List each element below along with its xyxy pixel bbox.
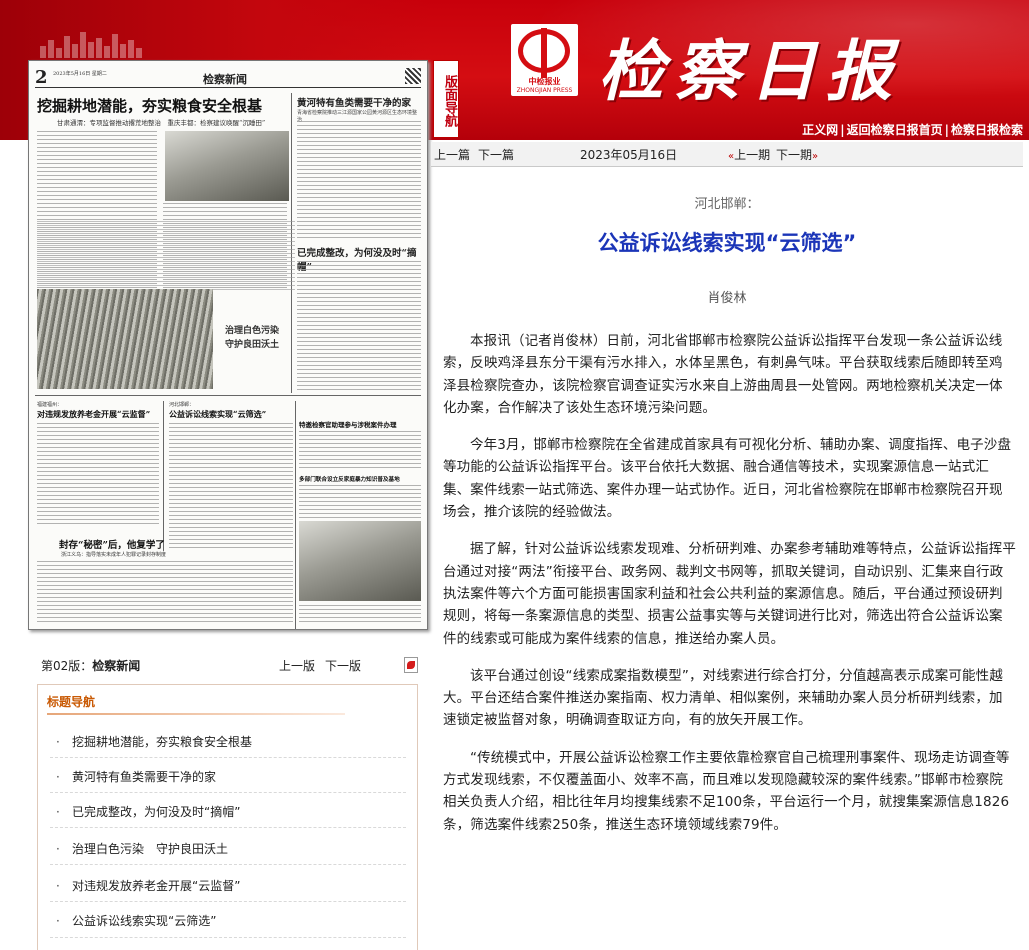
page-label: 第02版：检察新闻 [41, 657, 140, 674]
title-nav-item-label: 黄河特有鱼类需要干净的家 [72, 770, 217, 784]
logo-cn-text: 中检报业 [528, 77, 561, 86]
title-nav-item-label: 治理白色污染 守护良田沃土 [72, 842, 229, 856]
title-nav-item[interactable]: · 对违规发放养老金开展“云监督” [56, 877, 240, 895]
np-headline-domestic-violence[interactable]: 多部门联合设立反家庭暴力知识普及基地 [299, 475, 400, 483]
qr-code-icon [405, 68, 421, 84]
title-nav-item[interactable]: · 黄河特有鱼类需要干净的家 [56, 768, 216, 786]
np-headline-school-sub: 浙江义乌：指导落实未成年人犯罪记录封存制度 [61, 552, 167, 558]
nav-divider [50, 757, 406, 758]
title-nav-item[interactable]: · 公益诉讼线索实现“云筛选” [56, 912, 216, 930]
prev-issue-link[interactable]: «上一期 [728, 146, 770, 163]
procuratorate-emblem-icon [518, 28, 570, 78]
link-home[interactable]: 返回检察日报首页 [847, 123, 943, 137]
title-nav-item[interactable]: · 已完成整改，为何没及时“摘帽” [56, 803, 240, 821]
article-paragraph: 该平台通过创设“线索成案指数模型”，对线索进行综合打分，分值越高表示成案可能性越… [443, 667, 1003, 729]
prev-article-link[interactable]: 上一篇 [434, 146, 470, 163]
np-text-block [297, 121, 421, 241]
issue-date: 2023年05月16日 [580, 148, 678, 162]
np-photo-farmers [165, 131, 289, 201]
article-paragraph: 今年3月，邯郸市检察院在全省建成首家具有可视化分析、辅助办案、调度指挥、电子沙盘… [443, 437, 1012, 521]
np-kicker-fuzhou: 福建福州： [37, 402, 63, 408]
np-text-block [169, 423, 293, 551]
np-text-block [37, 423, 159, 527]
bullet-icon: · [56, 805, 60, 819]
np-page-number: 2 [35, 67, 48, 88]
link-zhengyi[interactable]: 正义网 [802, 123, 838, 137]
np-caption-pollution: 治理白色污染 [225, 326, 280, 336]
bullet-icon: · [56, 914, 60, 928]
np-col-divider [295, 401, 296, 629]
np-kicker-handan: 河北邯郸： [169, 402, 195, 408]
article-paragraph: 本报讯（记者肖俊林）日前，河北省邯郸市检察院公益诉讼指挥平台发现一条公益诉讼线索… [443, 333, 1003, 416]
nav-divider [50, 901, 406, 902]
skyline-decoration [40, 28, 150, 58]
np-date: 2023年5月16日 星期二 [53, 71, 107, 77]
nav-divider [50, 937, 406, 938]
np-text-block [299, 485, 421, 519]
np-headline-tax[interactable]: 特邀检察官助理参与涉税案件办理 [299, 419, 397, 429]
title-nav-item[interactable]: · 挖掘耕地潜能，夯实粮食安全根基 [56, 733, 252, 751]
nav-divider [50, 864, 406, 865]
article-author: 肖俊林 [707, 291, 747, 306]
np-text-block [299, 605, 421, 625]
np-text-block [37, 221, 295, 291]
article-paragraph: “传统模式中，开展公益诉讼检察工作主要依靠检察官自己梳理刑事案件、现场走访调查等… [443, 749, 1010, 833]
page-nav: 第02版：检察新闻 上一版 下一版 [41, 657, 421, 673]
page-label-name: 检察新闻 [92, 659, 141, 673]
next-article-link[interactable]: 下一篇 [478, 146, 514, 163]
article-paragraph: 据了解，针对公益诉讼线索发现难、分析研判难、办案参考辅助难等特点，公益诉讼指挥平… [443, 541, 1016, 647]
article-nav-bar: 上一篇 下一篇 2023年05月16日 «上一期 下一期» [431, 142, 1023, 167]
prev-issue-label: 上一期 [734, 148, 771, 162]
np-headline-main[interactable]: 挖掘耕地潜能，夯实粮食安全根基 [37, 95, 262, 116]
article-kicker: 河北邯郸： [694, 197, 760, 212]
header-links: 正义网 | 返回检察日报首页 | 检察日报检索 [802, 123, 1023, 137]
title-nav-item-label: 对违规发放养老金开展“云监督” [72, 879, 241, 893]
np-col-divider [163, 401, 164, 551]
np-section-title: 检察新闻 [203, 73, 247, 86]
link-search[interactable]: 检察日报检索 [951, 123, 1023, 137]
title-nav-item-label: 已完成整改，为何没及时“摘帽” [72, 805, 241, 819]
article-body: 本报讯（记者肖俊林）日前，河北省邯郸市检察院公益诉讼指挥平台发现一条公益诉讼线索… [443, 330, 1016, 851]
bullet-icon: · [56, 879, 60, 893]
pdf-download-icon[interactable] [404, 657, 418, 673]
np-headline-cloud-screening[interactable]: 公益诉讼线索实现“云筛选” [169, 409, 266, 420]
bullet-icon: · [56, 842, 60, 856]
np-topbar: 2 2023年5月16日 星期二 检察新闻 [35, 67, 421, 88]
logo-en-text: ZHONGJIAN PRESS [516, 87, 573, 94]
next-issue-link[interactable]: 下一期» [776, 146, 818, 163]
np-caption-pollution-2: 守护良田沃土 [225, 340, 280, 350]
title-nav-item-label: 公益诉讼线索实现“云筛选” [72, 914, 217, 928]
title-nav-item-label: 挖掘耕地潜能，夯实粮食安全根基 [72, 735, 253, 749]
np-photo-field [37, 289, 213, 389]
np-text-block [297, 261, 421, 393]
title-nav-panel: 标题导航 · 挖掘耕地潜能，夯实粮食安全根基 · 黄河特有鱼类需要干净的家 · 已完成… [37, 684, 418, 950]
article-headline: 公益诉讼线索实现“云筛选” [597, 231, 857, 255]
next-issue-label: 下一期 [776, 148, 813, 162]
np-photo-event [299, 521, 421, 601]
zhongjian-press-logo[interactable]: 中检报业 ZHONGJIAN PRESS [511, 24, 578, 96]
title-nav-header: 标题导航 [47, 695, 96, 709]
np-headline-school[interactable]: 封存“秘密”后，他复学了 [59, 537, 165, 551]
page-label-prefix: 第02版： [41, 659, 93, 673]
np-headline-pension[interactable]: 对违规发放养老金开展“云监督” [37, 409, 150, 420]
np-headline-main-sub: 甘肃通渭：专项监督推动撂荒地整治 重庆丰都：检察建议唤醒“沉睡田” [57, 119, 266, 127]
edition-guide-tab[interactable]: 版面导航 [433, 60, 459, 138]
np-headline-fish[interactable]: 黄河特有鱼类需要干净的家 [297, 95, 421, 109]
title-nav-item[interactable]: · 治理白色污染 守护良田沃土 [56, 840, 228, 858]
newspaper-page-image[interactable]: 2 2023年5月16日 星期二 检察新闻 挖掘耕地潜能，夯实粮食安全根基 甘肃… [28, 60, 428, 630]
masthead-title: 检察日报 [598, 32, 902, 110]
next-page-link[interactable]: 下一版 [325, 657, 361, 674]
title-nav-rule [47, 713, 345, 715]
np-row-divider [35, 395, 421, 396]
bullet-icon: · [56, 770, 60, 784]
bullet-icon: · [56, 735, 60, 749]
nav-divider [50, 792, 406, 793]
right-arrow-icon: » [812, 151, 819, 162]
prev-page-link[interactable]: 上一版 [279, 657, 315, 674]
np-text-block [299, 431, 421, 469]
nav-divider [50, 827, 406, 828]
np-text-block [37, 561, 293, 625]
